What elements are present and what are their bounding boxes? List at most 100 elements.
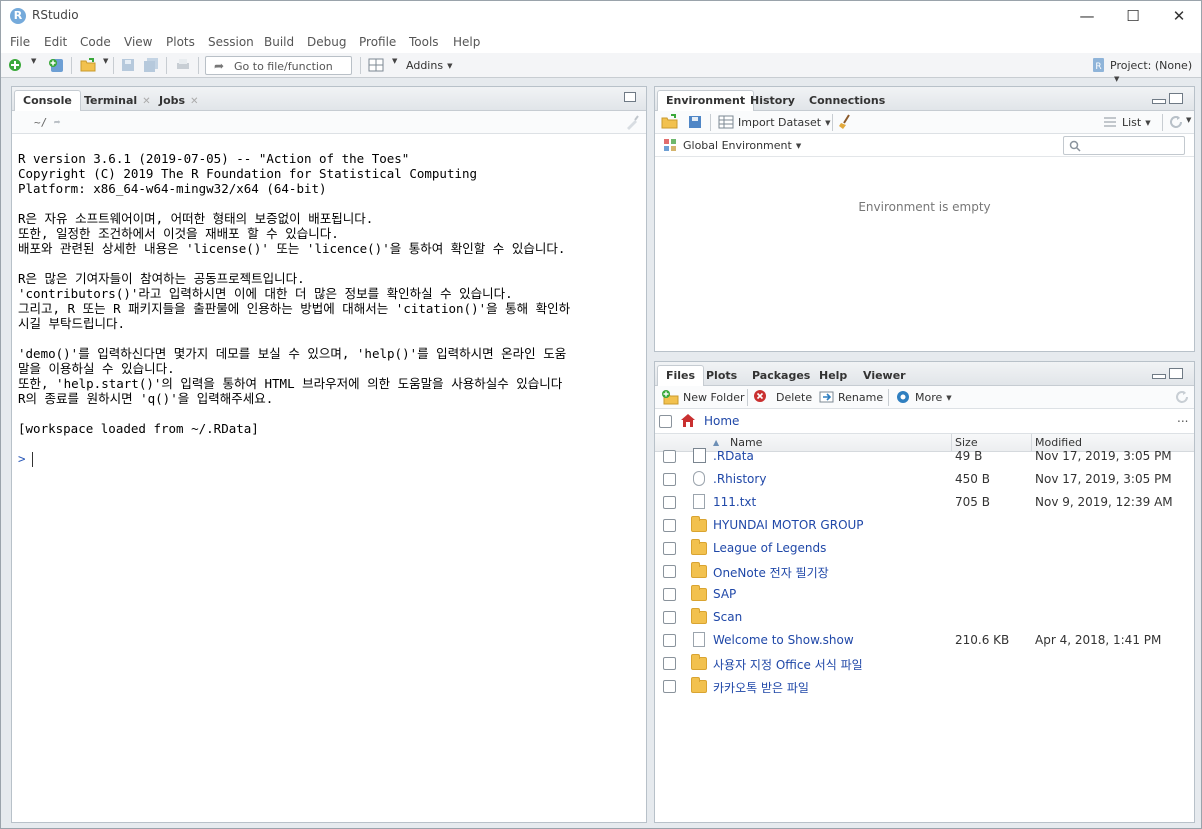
menu-plots[interactable]: Plots [166, 35, 195, 49]
rename-button[interactable]: Rename [838, 391, 883, 404]
environment-search-input[interactable] [1063, 136, 1185, 155]
refresh-dropdown-icon[interactable]: ▼ [1186, 116, 1191, 124]
minimize-pane-icon[interactable] [1152, 99, 1166, 104]
file-row[interactable]: 카카오톡 받은 파일 [655, 675, 1194, 698]
environment-scope-menu[interactable]: Global Environment ▼ [683, 139, 801, 152]
file-name-link[interactable]: SAP [713, 587, 736, 601]
import-dataset-button[interactable]: Import Dataset ▼ [738, 116, 830, 129]
file-name-link[interactable]: 사용자 지정 Office 서식 파일 [713, 656, 863, 673]
open-file-dropdown-icon[interactable]: ▼ [103, 57, 108, 65]
clear-console-icon[interactable] [624, 114, 640, 130]
tab-console[interactable]: Console [14, 90, 81, 112]
goto-file-function-input[interactable]: ➦ Go to file/function [205, 56, 352, 75]
menu-debug[interactable]: Debug [307, 35, 346, 49]
file-name-link[interactable]: OneNote 전자 필기장 [713, 564, 829, 581]
file-name-link[interactable]: Scan [713, 610, 742, 624]
save-icon[interactable] [120, 57, 136, 73]
pane-layout-icon[interactable] [368, 57, 384, 73]
close-button[interactable]: ✕ [1156, 1, 1202, 31]
tab-plots[interactable]: Plots [697, 365, 746, 386]
refresh-files-icon[interactable] [1174, 389, 1190, 405]
breadcrumb-home[interactable]: Home [704, 414, 739, 428]
new-project-icon[interactable] [48, 57, 64, 73]
close-tab-icon[interactable]: ✕ [190, 96, 198, 107]
file-name-link[interactable]: .RData [713, 449, 754, 463]
maximize-button[interactable]: ☐ [1110, 1, 1156, 31]
tab-viewer[interactable]: Viewer [854, 365, 915, 386]
maximize-pane-icon[interactable] [1169, 368, 1183, 379]
tab-connections[interactable]: Connections [800, 90, 894, 111]
file-row-checkbox[interactable] [663, 565, 676, 578]
view-mode-menu[interactable]: List ▼ [1122, 116, 1151, 129]
new-folder-button[interactable]: New Folder [683, 391, 744, 404]
menu-file[interactable]: File [10, 35, 30, 49]
file-row[interactable]: .Rhistory 450 B Nov 17, 2019, 3:05 PM [655, 468, 1194, 491]
file-row[interactable]: Scan [655, 606, 1194, 629]
file-row[interactable]: League of Legends [655, 537, 1194, 560]
console-prompt-line[interactable]: > [18, 451, 640, 467]
addins-menu[interactable]: Addins ▼ [406, 59, 452, 72]
go-to-directory-button[interactable]: ... [1177, 411, 1188, 425]
tab-environment[interactable]: Environment [657, 90, 755, 112]
new-file-dropdown-icon[interactable]: ▼ [31, 57, 36, 65]
file-row-checkbox[interactable] [663, 680, 676, 693]
tab-jobs[interactable]: Jobs ✕ [150, 90, 207, 111]
file-row[interactable]: Welcome to Show.show 210.6 KB Apr 4, 2018,… [655, 629, 1194, 652]
delete-button[interactable]: Delete [776, 391, 812, 404]
file-row[interactable]: .RData 49 B Nov 17, 2019, 3:05 PM [655, 445, 1194, 468]
working-directory[interactable]: ~/ ➦ [34, 116, 61, 129]
menu-view[interactable]: View [124, 35, 152, 49]
file-row[interactable]: 111.txt 705 B Nov 9, 2019, 12:39 AM [655, 491, 1194, 514]
minimize-button[interactable]: — [1064, 1, 1110, 31]
file-row-checkbox[interactable] [663, 588, 676, 601]
file-row-checkbox[interactable] [663, 657, 676, 670]
file-name-link[interactable]: 카카오톡 받은 파일 [713, 679, 809, 696]
menu-tools[interactable]: Tools [409, 35, 439, 49]
open-file-icon[interactable] [80, 57, 96, 73]
clear-objects-broom-icon[interactable] [838, 114, 854, 130]
file-row-checkbox[interactable] [663, 611, 676, 624]
file-name-link[interactable]: 111.txt [713, 495, 756, 509]
pane-layout-dropdown-icon[interactable]: ▼ [392, 57, 397, 65]
tab-help[interactable]: Help [810, 365, 856, 386]
file-row[interactable]: 사용자 지정 Office 서식 파일 [655, 652, 1194, 675]
load-workspace-icon[interactable] [661, 114, 679, 130]
menu-session[interactable]: Session [208, 35, 254, 49]
tab-terminal[interactable]: Terminal ✕ [75, 90, 160, 111]
console-output[interactable]: R version 3.6.1 (2019-07-05) -- "Action … [12, 135, 646, 822]
file-row-checkbox[interactable] [663, 473, 676, 486]
project-menu[interactable]: Project: (None) ▼ [1110, 59, 1201, 85]
print-icon[interactable] [175, 57, 191, 73]
file-row-checkbox[interactable] [663, 634, 676, 647]
save-workspace-icon[interactable] [687, 114, 703, 130]
more-menu[interactable]: More ▼ [915, 391, 952, 404]
file-name-link[interactable]: .Rhistory [713, 472, 766, 486]
file-row-checkbox[interactable] [663, 519, 676, 532]
select-all-checkbox[interactable] [659, 415, 672, 428]
tab-history[interactable]: History [741, 90, 804, 111]
menu-help[interactable]: Help [453, 35, 480, 49]
refresh-icon[interactable] [1168, 114, 1184, 130]
menu-profile[interactable]: Profile [359, 35, 396, 49]
menu-edit[interactable]: Edit [44, 35, 67, 49]
home-icon[interactable] [680, 413, 696, 428]
file-name-link[interactable]: Welcome to Show.show [713, 633, 854, 647]
new-file-icon[interactable] [7, 57, 23, 73]
save-all-icon[interactable] [143, 57, 159, 73]
file-row[interactable]: HYUNDAI MOTOR GROUP [655, 514, 1194, 537]
file-name-link[interactable]: League of Legends [713, 541, 826, 555]
file-row[interactable]: SAP [655, 583, 1194, 606]
file-row-checkbox[interactable] [663, 542, 676, 555]
tab-packages[interactable]: Packages [743, 365, 819, 386]
menu-code[interactable]: Code [80, 35, 111, 49]
file-row-checkbox[interactable] [663, 450, 676, 463]
file-row-checkbox[interactable] [663, 496, 676, 509]
maximize-pane-icon[interactable] [1169, 93, 1183, 104]
menu-build[interactable]: Build [264, 35, 294, 49]
delete-icon [754, 390, 766, 402]
console-pane: Console Terminal ✕ Jobs ✕ ~/ ➦ R version 3… [11, 86, 647, 823]
maximize-pane-icon[interactable] [624, 92, 636, 102]
file-row[interactable]: OneNote 전자 필기장 [655, 560, 1194, 583]
minimize-pane-icon[interactable] [1152, 374, 1166, 379]
file-name-link[interactable]: HYUNDAI MOTOR GROUP [713, 518, 864, 532]
